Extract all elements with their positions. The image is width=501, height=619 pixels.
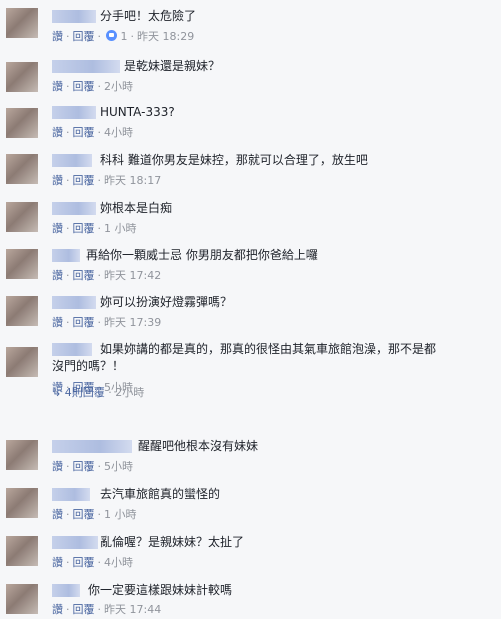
comment-actions: 讚 · 回覆 · 1 小時 — [52, 508, 137, 521]
commenter-name[interactable] — [52, 60, 120, 73]
like-button[interactable]: 讚 — [52, 126, 63, 139]
timestamp[interactable]: 昨天 17:44 — [104, 603, 161, 616]
reply-button[interactable]: 回覆 — [73, 80, 95, 93]
comment-actions: 讚 · 回覆 · 昨天 17:44 — [52, 603, 162, 616]
comment: 醒醒吧他根本沒有妹妹 讚 · 回覆 · 5小時 — [0, 438, 501, 478]
comment-text: 妳根本是白痴 — [100, 201, 173, 215]
reply-button[interactable]: 回覆 — [73, 556, 95, 569]
like-button[interactable]: 讚 — [52, 174, 63, 187]
comment: 亂倫喔？是親妹妹？太扯了 讚 · 回覆 · 4小時 — [0, 534, 501, 574]
avatar[interactable] — [6, 488, 38, 518]
commenter-name[interactable] — [52, 10, 96, 23]
commenter-name[interactable] — [52, 536, 98, 549]
avatar[interactable] — [6, 108, 38, 138]
comment-text: 分手吧！太危險了 — [100, 9, 197, 23]
reply-button[interactable]: 回覆 — [73, 508, 95, 521]
avatar[interactable] — [6, 249, 38, 279]
comment-actions: 讚 · 回覆 · 4小時 — [52, 556, 133, 569]
commenter-name[interactable] — [52, 106, 96, 119]
avatar[interactable] — [6, 202, 38, 232]
avatar[interactable] — [6, 62, 38, 92]
avatar[interactable] — [6, 584, 38, 614]
comment-text: 亂倫喔？是親妹妹？太扯了 — [100, 535, 245, 549]
comment-actions: 讚 · 回覆 · 1 · 昨天 18:29 — [52, 30, 195, 43]
timestamp[interactable]: 昨天 18:17 — [104, 174, 161, 187]
timestamp[interactable]: 1 小時 — [104, 222, 137, 235]
comment-text: HUNTA-333? — [100, 105, 175, 119]
reaction-count[interactable]: 1 — [121, 30, 128, 43]
like-button[interactable]: 讚 — [52, 556, 63, 569]
commenter-name[interactable] — [52, 249, 80, 262]
reply-button[interactable]: 回覆 — [73, 269, 95, 282]
timestamp[interactable]: 2小時 — [104, 80, 133, 93]
view-replies-link[interactable]: ↳ 4則回覆 · 2小時 — [52, 384, 144, 400]
avatar[interactable] — [6, 8, 38, 38]
timestamp[interactable]: 昨天 18:29 — [137, 30, 194, 43]
avatar[interactable] — [6, 440, 38, 470]
comment-actions: 讚 · 回覆 · 1 小時 — [52, 222, 137, 235]
reply-button[interactable]: 回覆 — [73, 126, 95, 139]
avatar[interactable] — [6, 296, 38, 326]
like-button[interactable]: 讚 — [52, 80, 63, 93]
like-button[interactable]: 讚 — [52, 508, 63, 521]
comment-text: 妳可以扮演好燈霧彈嗎？ — [100, 295, 233, 309]
reply-button[interactable]: 回覆 — [73, 222, 95, 235]
comment: 去汽車旅館真的蠻怪的 讚 · 回覆 · 1 小時 — [0, 486, 501, 526]
timestamp[interactable]: 昨天 17:42 — [104, 269, 161, 282]
replies-count[interactable]: 4則回覆 — [65, 386, 105, 399]
like-button[interactable]: 讚 — [52, 603, 63, 616]
comment: 妳可以扮演好燈霧彈嗎？ 讚 · 回覆 · 昨天 17:39 — [0, 294, 501, 334]
like-button[interactable]: 讚 — [52, 269, 63, 282]
comment-feed: 分手吧！太危險了 讚 · 回覆 · 1 · 昨天 18:29 是乾妹還是親妹？ 讚 · 回覆 ·… — [0, 0, 501, 619]
reply-button[interactable]: 回覆 — [73, 30, 95, 43]
comment: 分手吧！太危險了 讚 · 回覆 · 1 · 昨天 18:29 — [0, 8, 501, 48]
reply-button[interactable]: 回覆 — [73, 460, 95, 473]
reply-button[interactable]: 回覆 — [73, 603, 95, 616]
comment-text: 如果妳講的都是真的，那真的很怪由其氣車旅館泡澡，那不是都沒門的嗎？！ — [52, 342, 437, 373]
avatar[interactable] — [6, 154, 38, 184]
commenter-name[interactable] — [52, 154, 92, 167]
timestamp[interactable]: 1 小時 — [104, 508, 137, 521]
commenter-name[interactable] — [52, 296, 96, 309]
comment-text: 科科 難道你男友是妹控，那就可以合理了，放生吧 — [100, 153, 368, 167]
timestamp[interactable]: 4小時 — [104, 556, 133, 569]
commenter-name[interactable] — [52, 202, 96, 215]
avatar[interactable] — [6, 536, 38, 566]
comment-actions: 讚 · 回覆 · 昨天 18:17 — [52, 174, 162, 187]
timestamp[interactable]: 5小時 — [104, 460, 133, 473]
commenter-name[interactable] — [52, 440, 132, 453]
comment: 科科 難道你男友是妹控，那就可以合理了，放生吧 讚 · 回覆 · 昨天 18:17 — [0, 152, 501, 192]
reply-button[interactable]: 回覆 — [73, 316, 95, 329]
comment-text: 再給你一顆威士忌 你男朋友都把你爸給上囉 — [86, 248, 318, 262]
like-button[interactable]: 讚 — [52, 30, 63, 43]
comment: 你一定要這樣跟妹妹計較嗎 讚 · 回覆 · 昨天 17:44 — [0, 582, 501, 619]
avatar[interactable] — [6, 347, 38, 377]
comment: 妳根本是白痴 讚 · 回覆 · 1 小時 — [0, 200, 501, 240]
timestamp[interactable]: 4小時 — [104, 126, 133, 139]
comment-actions: 讚 · 回覆 · 5小時 — [52, 460, 133, 473]
comment-text: 去汽車旅館真的蠻怪的 — [100, 487, 221, 501]
reply-arrow-icon: ↳ — [52, 386, 62, 399]
comment-text: 醒醒吧他根本沒有妹妹 — [138, 439, 259, 453]
comment: 再給你一顆威士忌 你男朋友都把你爸給上囉 讚 · 回覆 · 昨天 17:42 — [0, 247, 501, 287]
comment: HUNTA-333? 讚 · 回覆 · 4小時 — [0, 104, 501, 144]
comment: 是乾妹還是親妹？ 讚 · 回覆 · 2小時 — [0, 58, 501, 98]
commenter-name[interactable] — [52, 488, 90, 501]
like-reaction-icon[interactable] — [106, 30, 117, 41]
comment-text: 是乾妹還是親妹？ — [124, 59, 221, 73]
comment-actions: 讚 · 回覆 · 昨天 17:39 — [52, 316, 162, 329]
timestamp[interactable]: 2小時 — [115, 386, 144, 399]
like-button[interactable]: 讚 — [52, 460, 63, 473]
like-button[interactable]: 讚 — [52, 222, 63, 235]
comment-actions: 讚 · 回覆 · 昨天 17:42 — [52, 269, 162, 282]
timestamp[interactable]: 昨天 17:39 — [104, 316, 161, 329]
reply-button[interactable]: 回覆 — [73, 174, 95, 187]
comment-actions: 讚 · 回覆 · 4小時 — [52, 126, 133, 139]
comment-actions: 讚 · 回覆 · 2小時 — [52, 80, 133, 93]
comment-text: 你一定要這樣跟妹妹計較嗎 — [88, 583, 233, 597]
commenter-name[interactable] — [52, 584, 80, 597]
like-button[interactable]: 讚 — [52, 316, 63, 329]
